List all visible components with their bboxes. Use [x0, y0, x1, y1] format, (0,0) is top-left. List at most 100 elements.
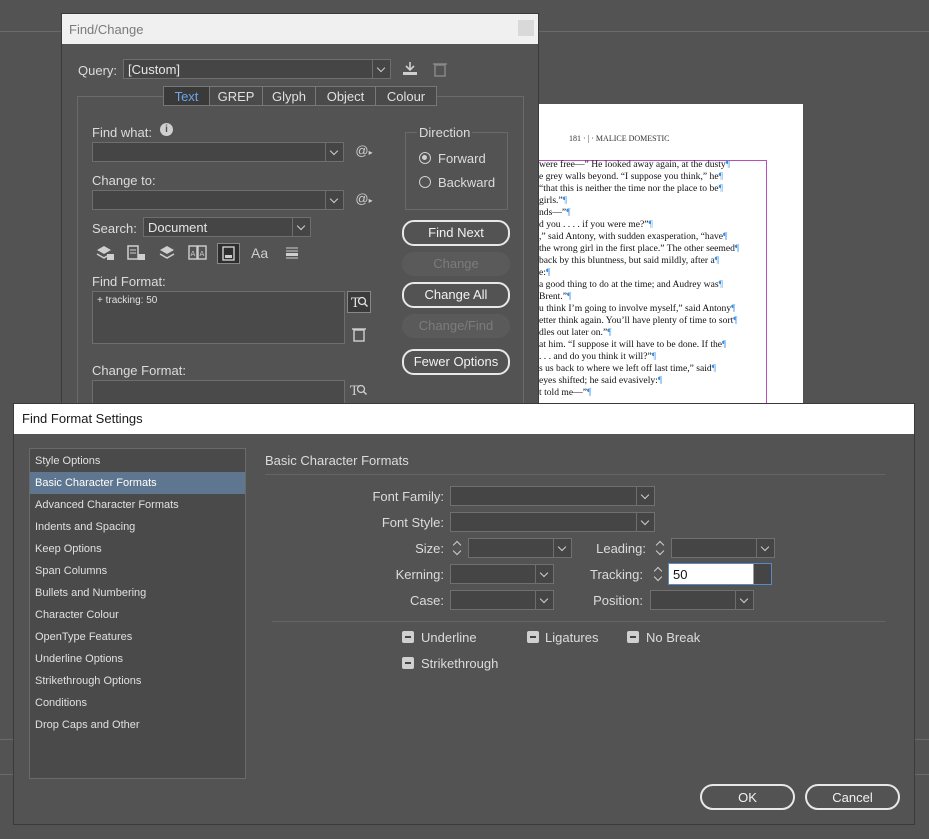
- case-sensitive-icon[interactable]: Aa: [251, 245, 268, 261]
- pilcrow-icon: ¶: [566, 291, 572, 302]
- case-label: Case:: [410, 593, 444, 608]
- pilcrow-icon: ¶: [718, 279, 723, 290]
- query-select[interactable]: [Custom]: [123, 59, 391, 79]
- leading-input[interactable]: [671, 538, 775, 558]
- find-what-label: Find what:: [92, 125, 152, 140]
- pilcrow-icon: ¶: [566, 207, 571, 218]
- fewer-options-button[interactable]: Fewer Options: [402, 349, 510, 375]
- find-format-label: Find Format:: [92, 274, 166, 289]
- category-item[interactable]: Character Colour: [30, 604, 245, 626]
- size-stepper[interactable]: [450, 538, 466, 558]
- svg-text:A: A: [200, 250, 205, 258]
- locked-layers-icon[interactable]: [95, 244, 115, 262]
- close-button[interactable]: [518, 20, 534, 36]
- forward-radio[interactable]: [419, 152, 431, 164]
- chevron-down-icon: [636, 513, 654, 531]
- find-next-button[interactable]: Find Next: [402, 220, 510, 246]
- info-icon: i: [160, 123, 173, 136]
- chevron-down-icon: [292, 218, 310, 236]
- category-item[interactable]: Style Options: [30, 450, 245, 472]
- background-divider: [915, 774, 929, 775]
- category-item[interactable]: Span Columns: [30, 560, 245, 582]
- search-scope-select[interactable]: Document: [143, 217, 311, 237]
- document-text-line: back by this bluntness, but said mildly,…: [539, 255, 719, 266]
- document-text-line: nds—”¶: [539, 207, 571, 218]
- ok-button[interactable]: OK: [700, 784, 795, 810]
- document-page: 181 · | · MALICE DOMESTIC were free—” He…: [539, 104, 803, 404]
- change-button[interactable]: Change: [402, 252, 510, 276]
- tab-object[interactable]: Object: [316, 87, 376, 105]
- save-query-icon[interactable]: [401, 61, 419, 77]
- font-style-select[interactable]: [450, 512, 655, 532]
- category-item[interactable]: Keep Options: [30, 538, 245, 560]
- find-format-box: + tracking: 50: [92, 291, 345, 344]
- background-divider: [539, 31, 929, 32]
- tracking-stepper[interactable]: [651, 564, 667, 584]
- tab-text[interactable]: Text: [164, 87, 210, 105]
- document-text: s us back to where we left off last time…: [539, 363, 712, 374]
- ligatures-label: Ligatures: [545, 630, 599, 645]
- category-item[interactable]: Underline Options: [30, 648, 245, 670]
- tab-colour[interactable]: Colour: [376, 87, 436, 105]
- tab-grep[interactable]: GREP: [210, 87, 263, 105]
- pilcrow-icon: ¶: [607, 327, 612, 338]
- master-pages-icon[interactable]: AA: [188, 244, 208, 262]
- delete-query-icon[interactable]: [433, 62, 447, 77]
- footnotes-icon[interactable]: [217, 243, 240, 264]
- background-divider: [0, 739, 13, 740]
- special-characters-icon[interactable]: @▸: [354, 191, 374, 206]
- specify-find-format-button[interactable]: T: [347, 291, 371, 313]
- strikethrough-label: Strikethrough: [421, 656, 499, 671]
- position-select[interactable]: [650, 590, 754, 610]
- pilcrow-icon: ¶: [718, 183, 723, 194]
- tab-glyph[interactable]: Glyph: [263, 87, 316, 105]
- font-family-select[interactable]: [450, 486, 655, 506]
- tracking-input[interactable]: 50: [668, 563, 772, 585]
- cancel-button[interactable]: Cancel: [805, 784, 900, 810]
- find-what-input[interactable]: [92, 142, 344, 162]
- locked-stories-icon[interactable]: [126, 244, 146, 262]
- backward-radio[interactable]: [419, 176, 431, 188]
- leading-stepper[interactable]: [653, 538, 669, 558]
- category-item[interactable]: OpenType Features: [30, 626, 245, 648]
- document-text: the wrong girl in the first place.” The …: [539, 243, 735, 254]
- find-change-dialog: Find/Change Query: [Custom] Text GREP Gl…: [61, 13, 539, 416]
- chevron-down-icon: [735, 591, 753, 609]
- change-to-input[interactable]: [92, 190, 344, 210]
- category-item[interactable]: Indents and Spacing: [30, 516, 245, 538]
- whole-word-icon[interactable]: [283, 244, 303, 262]
- document-text: u think I’m going to involve myself,” sa…: [539, 303, 732, 314]
- category-item[interactable]: Strikethrough Options: [30, 670, 245, 692]
- document-text-line: eyes shifted; he said evasively:¶: [539, 375, 662, 386]
- case-select[interactable]: [450, 590, 554, 610]
- chevron-down-icon: [636, 487, 654, 505]
- category-item[interactable]: Advanced Character Formats: [30, 494, 245, 516]
- document-text-line: at him. “I suppose it will have to be do…: [539, 339, 726, 350]
- pilcrow-icon: ¶: [731, 303, 736, 314]
- kerning-select[interactable]: [450, 564, 554, 584]
- category-item[interactable]: Bullets and Numbering: [30, 582, 245, 604]
- strikethrough-checkbox[interactable]: [402, 657, 414, 669]
- specify-change-format-button[interactable]: T: [347, 380, 371, 402]
- clear-find-format-icon[interactable]: [352, 327, 366, 342]
- find-format-value: + tracking: 50: [97, 295, 158, 306]
- category-item[interactable]: Drop Caps and Other: [30, 714, 245, 736]
- change-all-button[interactable]: Change All: [402, 282, 510, 308]
- no-break-checkbox[interactable]: [627, 631, 639, 643]
- pilcrow-icon: ¶: [651, 351, 657, 362]
- query-label: Query:: [78, 63, 118, 78]
- hidden-layers-icon[interactable]: [158, 244, 178, 262]
- svg-text:T: T: [350, 384, 359, 399]
- ligatures-checkbox[interactable]: [527, 631, 539, 643]
- document-text-line: e:¶: [539, 267, 550, 278]
- document-text: etter think again. You’ll have plenty of…: [539, 315, 734, 326]
- category-item[interactable]: Conditions: [30, 692, 245, 714]
- document-text-line: u think I’m going to involve myself,” sa…: [539, 303, 735, 314]
- change-find-button[interactable]: Change/Find: [402, 314, 510, 338]
- underline-checkbox[interactable]: [402, 631, 414, 643]
- tracking-value: 50: [673, 567, 688, 582]
- special-characters-icon[interactable]: @▸: [354, 143, 374, 158]
- document-text: t told me—”: [539, 387, 587, 398]
- query-value: [Custom]: [128, 62, 181, 77]
- category-item[interactable]: Basic Character Formats: [30, 472, 245, 494]
